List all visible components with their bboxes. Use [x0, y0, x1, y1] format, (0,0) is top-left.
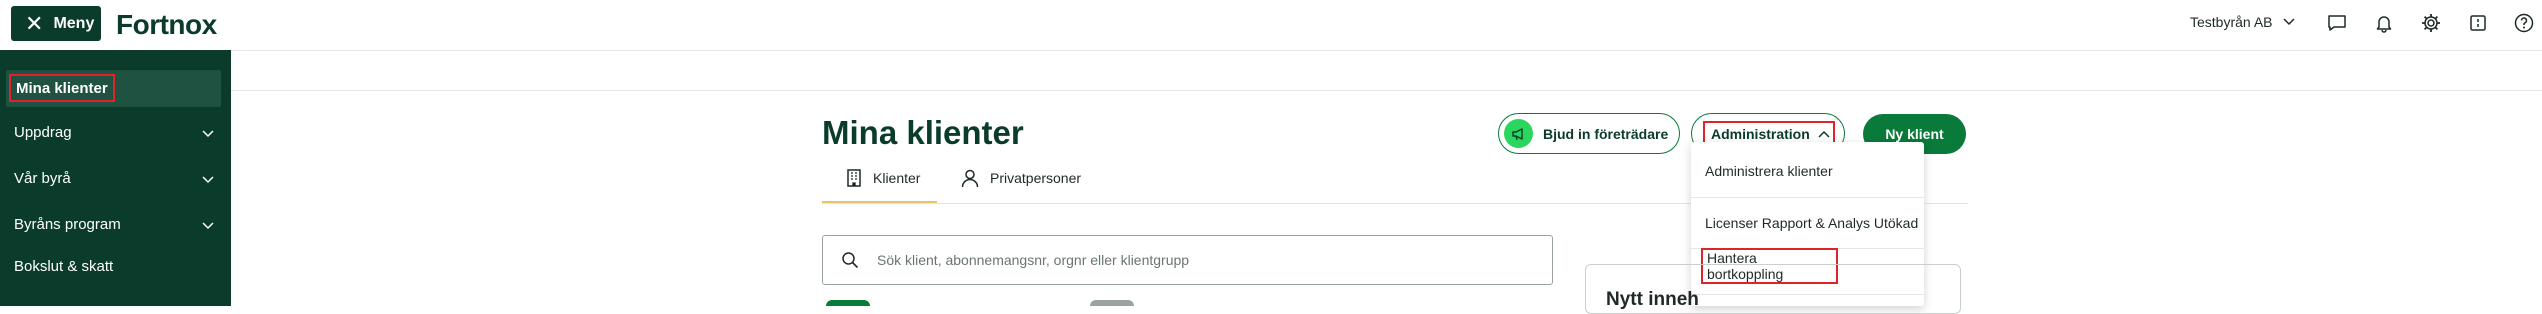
sidebar-item-label: Uppdrag [14, 124, 72, 141]
sidebar-item-label: Mina klienter [9, 74, 115, 102]
search-box[interactable] [822, 235, 1553, 285]
megaphone-icon [1504, 119, 1533, 148]
tab-label: Privatpersoner [990, 170, 1082, 186]
chevron-down-icon [202, 175, 214, 183]
person-icon [961, 169, 979, 188]
building-icon [847, 169, 861, 187]
company-name: Testbyrån AB [2190, 14, 2273, 30]
news-card-title: Nytt inneh [1606, 289, 1699, 310]
tab-klienter[interactable]: Klienter [845, 168, 920, 188]
news-card: Nytt inneh [1585, 264, 1961, 314]
sidebar-item-var-byra[interactable]: Vår byrå [14, 170, 214, 187]
search-input[interactable] [875, 251, 1479, 269]
menu-item-administrera-klienter[interactable]: Administrera klienter [1691, 146, 1924, 196]
page-title: Mina klienter [822, 114, 1024, 151]
sidebar-item-label: Byråns program [14, 216, 121, 233]
close-icon: ✕ [25, 10, 44, 36]
chevron-up-icon [1818, 130, 1830, 138]
administration-label: Administration [1711, 126, 1810, 142]
help-icon[interactable] [2512, 11, 2536, 35]
apps-icon[interactable] [2466, 11, 2490, 35]
toggle-switch[interactable] [826, 300, 870, 306]
chevron-down-icon [202, 129, 214, 137]
menu-button[interactable]: ✕ Meny [11, 6, 101, 41]
tab-label: Klienter [873, 170, 921, 186]
sidebar-item-byrans-program[interactable]: Byråns program [14, 216, 214, 233]
sidebar-item-uppdrag[interactable]: Uppdrag [14, 124, 214, 141]
bell-icon[interactable] [2372, 11, 2396, 35]
sidebar-item-label: Bokslut & skatt [14, 258, 114, 275]
menu-button-label: Meny [53, 14, 95, 32]
chevron-down-icon [202, 221, 214, 229]
sidebar-item-label: Vår byrå [14, 170, 71, 187]
top-bar: ✕ Meny Fortnox Testbyrån AB [0, 0, 2542, 51]
subheader-divider [231, 90, 2542, 91]
menu-item-licenser[interactable]: Licenser Rapport & Analys Utökad [1691, 198, 1924, 248]
chevron-down-icon [2282, 18, 2295, 26]
toggle-switch[interactable] [1090, 300, 1134, 306]
gear-icon[interactable] [2419, 11, 2443, 35]
search-icon [842, 252, 859, 269]
tab-privatpersoner[interactable]: Privatpersoner [960, 168, 1081, 188]
fortnox-logo[interactable]: Fortnox [116, 9, 217, 41]
sidebar-item-bokslut-skatt[interactable]: Bokslut & skatt [14, 258, 214, 275]
company-selector[interactable]: Testbyrån AB [2190, 14, 2295, 30]
invite-button-label: Bjud in företrädare [1543, 125, 1669, 142]
chat-icon[interactable] [2325, 11, 2349, 35]
invite-representative-button[interactable]: Bjud in företrädare [1498, 113, 1680, 154]
